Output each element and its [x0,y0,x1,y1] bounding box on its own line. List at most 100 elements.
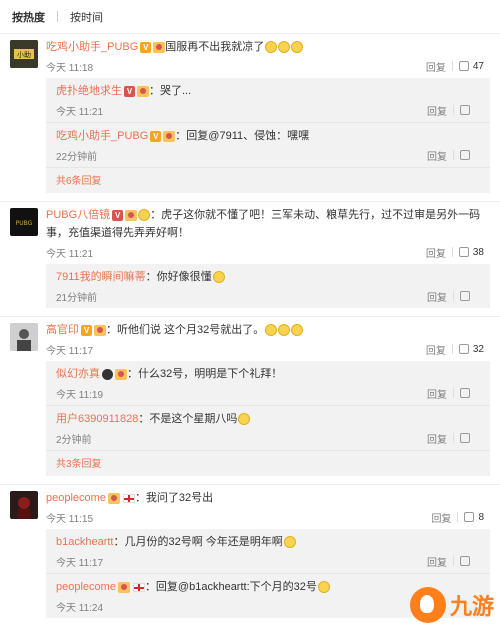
sort-by-hot-tab[interactable]: 按热度 [12,9,45,25]
reply-username[interactable]: 用户6390911828 [56,413,138,425]
reply-time: 22分钟前 [56,151,98,163]
thumbs-up-icon [458,247,469,257]
sort-divider [57,11,58,22]
medal-icon [115,368,127,380]
avatar-image-icon: PUBG [10,208,38,236]
sort-by-time-tab[interactable]: 按时间 [70,9,103,25]
thumbs-up-icon [464,512,475,522]
reply-time: 今天 11:21 [56,106,104,118]
flag-icon [132,582,145,592]
sort-bar: 按热度 按时间 [0,0,500,34]
reply-button[interactable]: 回复 [421,103,453,118]
thumbs-up-icon [460,105,470,115]
reply-button[interactable]: 回复 [421,554,453,569]
avatar[interactable]: PUBG [10,208,38,236]
comment-username[interactable]: peoplecome [46,492,106,504]
reply-button[interactable]: 回复 [420,59,452,74]
comment-item: 高官印 V ：听他们说 这个月32号就出了。 今天 11:17 回复 32 似幻亦真… [0,317,500,485]
more-replies-link[interactable]: 共3条回复 [46,451,490,476]
medal-icon [94,324,106,336]
reply-button[interactable]: 回复 [421,386,453,401]
reply-button[interactable]: 回复 [425,510,457,525]
verified-v-icon: V [81,324,92,336]
like-button[interactable]: 38 [453,247,490,258]
svg-text:PUBG: PUBG [16,220,33,227]
like-button[interactable]: 47 [453,61,490,72]
reply-username[interactable]: 7911我的瞬间嘛蒂 [56,271,146,283]
medal-icon [125,209,138,221]
medal-icon [117,581,130,593]
emoji-icon [278,41,291,54]
like-button[interactable] [454,388,480,398]
avatar[interactable]: 小助 [10,40,38,68]
comment-meta: 今天 11:18 回复 47 [46,56,490,76]
comment-content: 吃鸡小助手_PUBG V 国服再不出我就凉了 [46,38,490,56]
avatar-image-icon: 小助 [10,40,38,68]
reply-username[interactable]: 虎扑绝地求生 [56,85,122,97]
reply-text: ：回复@b1ackheartt:下个月的32号 [144,581,317,593]
thumbs-up-icon [460,291,470,301]
reply-username[interactable]: 吃鸡小助手_PUBG [56,130,148,142]
comment-meta: 今天 11:15 回复 8 [46,507,490,527]
like-button[interactable] [454,105,480,115]
logo-mark-icon [409,587,446,623]
emoji-icon [138,209,151,222]
reply-username[interactable]: b1ackheartt [56,536,113,548]
badge-icon [102,368,113,380]
medal-icon [107,492,120,504]
reply-time: 21分钟前 [56,292,98,304]
reply-button[interactable]: 回复 [421,148,453,163]
comment-item: PUBG PUBG八倍镜 V ：虎子这你就不懂了吧！三军未动、粮草先行，过不过审是另… [0,202,500,317]
medal-icon [163,130,176,142]
comment-time: 今天 11:15 [46,513,94,525]
emoji-icon [265,324,278,337]
emoji-icon [212,271,225,284]
avatar[interactable] [10,491,38,519]
comment-username[interactable]: PUBG八倍镜 [46,209,110,221]
emoji-icon [317,581,330,594]
emoji-icon [278,324,291,337]
avatar-image-icon [10,491,38,519]
logo-text: 九游 [449,595,494,620]
reply-text: ：你好像很懂 [145,271,212,283]
like-button[interactable] [454,433,480,443]
reply-text: ：回复@7911、侵蚀：嘿嘿 [175,130,310,142]
avatar-image-icon [10,323,38,351]
comment-time: 今天 11:18 [46,62,94,74]
emoji-icon [291,324,304,337]
verified-v-icon: V [150,130,162,142]
reply-button[interactable]: 回复 [420,342,452,357]
like-button[interactable]: 8 [458,512,490,523]
reply-item: 用户6390911828：不是这个星期八吗 2分钟前 回复 [46,406,490,451]
reply-item: 7911我的瞬间嘛蒂：你好像很懂 21分钟前 回复 [46,264,490,308]
more-replies-link[interactable]: 共6条回复 [46,168,490,193]
emoji-icon [265,41,278,54]
comment-content: 高官印 V ：听他们说 这个月32号就出了。 [46,321,490,339]
emoji-icon [291,41,304,54]
thumbs-up-icon [460,556,470,566]
emoji-icon [283,536,296,549]
reply-button[interactable]: 回复 [421,431,453,446]
comment-username[interactable]: 吃鸡小助手_PUBG [46,41,138,53]
like-button[interactable]: 32 [453,344,490,355]
comment-text: 国服再不出我就凉了 [165,41,265,53]
reply-button[interactable]: 回复 [421,289,453,304]
reply-text: ：什么32号，明明是下个礼拜！ [127,368,283,380]
reply-text: ：几月份的32号啊 今年还是明年啊 [113,536,283,548]
reply-item: 似幻亦真 ：什么32号，明明是下个礼拜！ 今天 11:19 回复 [46,361,490,406]
verified-v-icon: V [140,41,152,53]
like-button[interactable] [454,150,480,160]
like-button[interactable] [454,556,480,566]
reply-button[interactable]: 回复 [420,245,452,260]
reply-list: 虎扑绝地求生 V ：哭了... 今天 11:21 回复 吃鸡小助手_PUBG V ：回复@… [46,78,490,193]
like-button[interactable] [454,291,480,301]
medal-icon [153,41,166,53]
comment-meta: 今天 11:21 回复 38 [46,242,490,262]
thumbs-up-icon [460,150,470,160]
reply-username[interactable]: 似幻亦真 [56,368,100,380]
reply-username[interactable]: peoplecome [56,581,116,593]
reply-text: ：不是这个星期八吗 [138,413,238,425]
avatar[interactable] [10,323,38,351]
comment-username[interactable]: 高官印 [46,324,79,336]
comment-time: 今天 11:17 [46,345,94,357]
